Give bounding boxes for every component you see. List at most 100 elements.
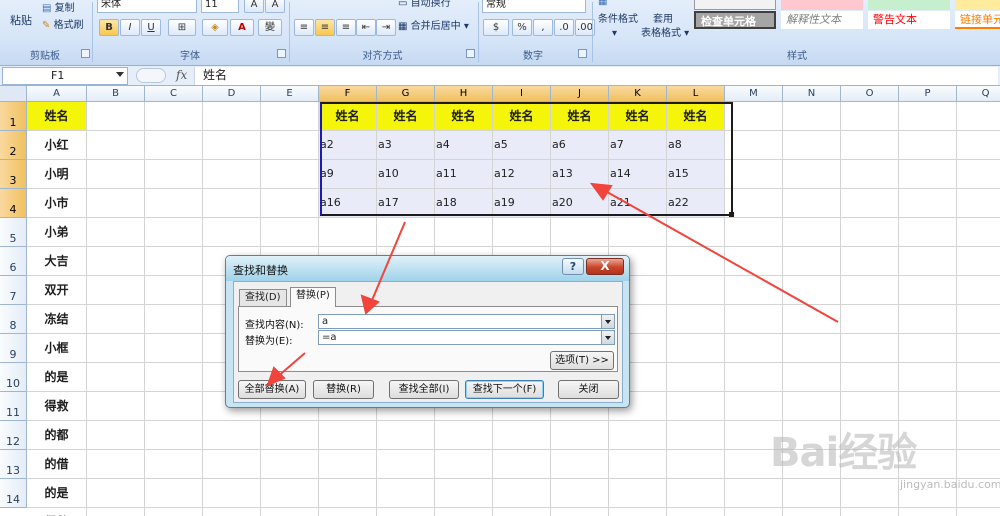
cell-b12[interactable] bbox=[87, 421, 145, 450]
italic-button[interactable]: I bbox=[120, 19, 140, 36]
border-icon[interactable]: ⊞ bbox=[168, 19, 196, 36]
replace-all-button[interactable]: 全部替换(A) bbox=[238, 380, 306, 399]
cell-p15[interactable] bbox=[899, 508, 957, 516]
increase-decimal-icon[interactable]: .0 bbox=[554, 19, 574, 36]
cell-i12[interactable] bbox=[493, 421, 551, 450]
style-warning[interactable]: 警告文本 bbox=[868, 11, 950, 29]
conditional-format-button[interactable]: 条件格式 bbox=[598, 11, 638, 29]
align-left-icon[interactable]: ≡ bbox=[294, 19, 314, 36]
cell-l8[interactable] bbox=[667, 305, 725, 334]
cell-l14[interactable] bbox=[667, 479, 725, 508]
column-header-c[interactable]: C bbox=[145, 86, 203, 102]
bold-button[interactable]: B bbox=[99, 19, 119, 36]
cell-h14[interactable] bbox=[435, 479, 493, 508]
row-header-11[interactable]: 11 bbox=[0, 392, 27, 421]
number-format-combo[interactable]: 常规 bbox=[482, 0, 586, 13]
cell-q7[interactable] bbox=[957, 276, 1000, 305]
cell-e14[interactable] bbox=[261, 479, 319, 508]
cell-k2[interactable]: a7 bbox=[609, 131, 667, 160]
cell-p2[interactable] bbox=[899, 131, 957, 160]
cell-f1[interactable]: 姓名 bbox=[319, 102, 377, 131]
cell-c11[interactable] bbox=[145, 392, 203, 421]
cell-c10[interactable] bbox=[145, 363, 203, 392]
cell-o8[interactable] bbox=[841, 305, 899, 334]
cell-a11[interactable]: 得救 bbox=[27, 392, 87, 421]
style-bad[interactable] bbox=[781, 0, 863, 10]
row-header-10[interactable]: 10 bbox=[0, 363, 27, 392]
cell-f12[interactable] bbox=[319, 421, 377, 450]
row-header-3[interactable]: 3 bbox=[0, 160, 27, 189]
cell-c9[interactable] bbox=[145, 334, 203, 363]
cell-g13[interactable] bbox=[377, 450, 435, 479]
cell-q9[interactable] bbox=[957, 334, 1000, 363]
column-header-g[interactable]: G bbox=[377, 86, 435, 102]
insert-function-icon[interactable]: fx bbox=[176, 68, 187, 82]
cell-h4[interactable]: a18 bbox=[435, 189, 493, 218]
cell-b14[interactable] bbox=[87, 479, 145, 508]
cell-q5[interactable] bbox=[957, 218, 1000, 247]
cell-h2[interactable]: a4 bbox=[435, 131, 493, 160]
cell-h12[interactable] bbox=[435, 421, 493, 450]
close-icon[interactable]: X bbox=[586, 258, 624, 275]
cell-g1[interactable]: 姓名 bbox=[377, 102, 435, 131]
cell-c4[interactable] bbox=[145, 189, 203, 218]
cell-q2[interactable] bbox=[957, 131, 1000, 160]
row-header-7[interactable]: 7 bbox=[0, 276, 27, 305]
cell-j5[interactable] bbox=[551, 218, 609, 247]
cell-m10[interactable] bbox=[725, 363, 783, 392]
cell-f2[interactable]: a2 bbox=[319, 131, 377, 160]
merge-center-button[interactable]: ▦ 合并后居中 ▾ bbox=[398, 18, 469, 36]
fill-color-icon[interactable]: ◈ bbox=[202, 19, 228, 36]
cell-j1[interactable]: 姓名 bbox=[551, 102, 609, 131]
style-check-cell[interactable]: 检查单元格 bbox=[694, 11, 776, 29]
column-header-d[interactable]: D bbox=[203, 86, 261, 102]
cell-p1[interactable] bbox=[899, 102, 957, 131]
alignment-launcher[interactable] bbox=[466, 49, 475, 58]
cell-m11[interactable] bbox=[725, 392, 783, 421]
align-center-icon[interactable]: ≡ bbox=[315, 19, 335, 36]
column-header-p[interactable]: P bbox=[899, 86, 957, 102]
cell-l5[interactable] bbox=[667, 218, 725, 247]
cell-f4[interactable]: a16 bbox=[319, 189, 377, 218]
cell-l13[interactable] bbox=[667, 450, 725, 479]
tab-replace[interactable]: 替换(P) bbox=[290, 287, 336, 307]
cell-p4[interactable] bbox=[899, 189, 957, 218]
cell-p3[interactable] bbox=[899, 160, 957, 189]
row-header-5[interactable]: 5 bbox=[0, 218, 27, 247]
row-header-1[interactable]: 1 bbox=[0, 102, 27, 131]
cell-a2[interactable]: 小红 bbox=[27, 131, 87, 160]
cell-k15[interactable] bbox=[609, 508, 667, 516]
row-header-4[interactable]: 4 bbox=[0, 189, 27, 218]
phonetic-icon[interactable]: 變 bbox=[258, 19, 282, 36]
cell-e2[interactable] bbox=[261, 131, 319, 160]
cell-m7[interactable] bbox=[725, 276, 783, 305]
cell-b9[interactable] bbox=[87, 334, 145, 363]
cell-b7[interactable] bbox=[87, 276, 145, 305]
cell-p10[interactable] bbox=[899, 363, 957, 392]
copy-button[interactable]: ▤ 复制 bbox=[42, 0, 75, 18]
column-header-m[interactable]: M bbox=[725, 86, 783, 102]
cell-h13[interactable] bbox=[435, 450, 493, 479]
cell-d5[interactable] bbox=[203, 218, 261, 247]
cell-g2[interactable]: a3 bbox=[377, 131, 435, 160]
cell-q8[interactable] bbox=[957, 305, 1000, 334]
font-launcher[interactable] bbox=[277, 49, 286, 58]
dialog-titlebar[interactable]: 查找和替换 ? X bbox=[226, 256, 629, 281]
cell-l7[interactable] bbox=[667, 276, 725, 305]
formula-zoom-handle[interactable] bbox=[136, 68, 166, 83]
cell-n4[interactable] bbox=[783, 189, 841, 218]
cell-k12[interactable] bbox=[609, 421, 667, 450]
cell-n8[interactable] bbox=[783, 305, 841, 334]
cell-m3[interactable] bbox=[725, 160, 783, 189]
currency-icon[interactable]: $ bbox=[483, 19, 509, 36]
font-name-combo[interactable]: 宋体 bbox=[97, 0, 197, 13]
cell-h15[interactable] bbox=[435, 508, 493, 516]
formula-input[interactable]: 姓名 bbox=[194, 67, 998, 85]
cell-c13[interactable] bbox=[145, 450, 203, 479]
cell-o9[interactable] bbox=[841, 334, 899, 363]
cell-c5[interactable] bbox=[145, 218, 203, 247]
cell-a4[interactable]: 小市 bbox=[27, 189, 87, 218]
select-all-corner[interactable] bbox=[0, 86, 27, 102]
cell-b8[interactable] bbox=[87, 305, 145, 334]
cell-c6[interactable] bbox=[145, 247, 203, 276]
